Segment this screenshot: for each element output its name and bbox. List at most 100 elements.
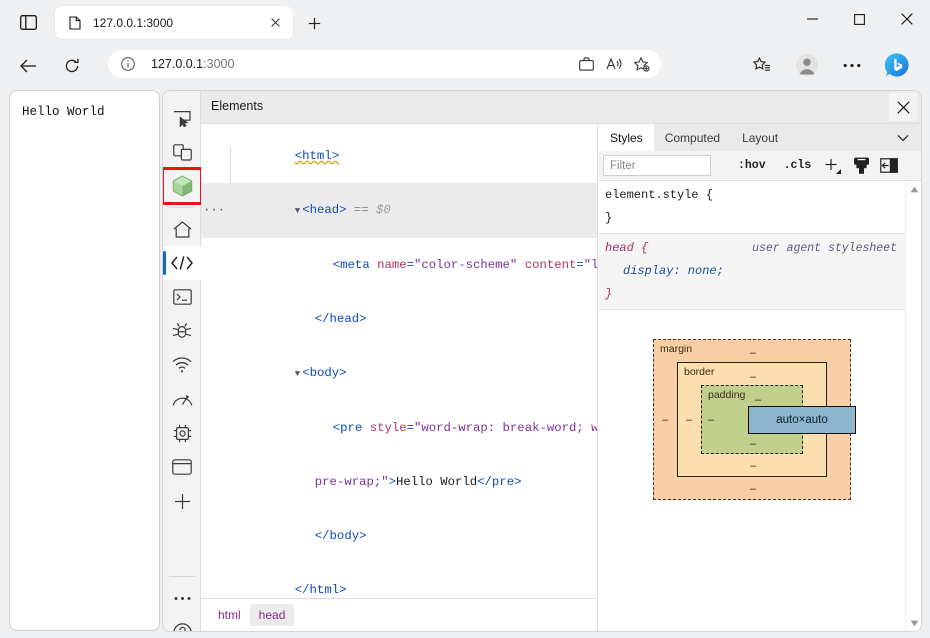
tab-styles[interactable]: Styles [599, 124, 654, 151]
breadcrumb-item-html[interactable]: html [209, 604, 250, 626]
box-model-border-top[interactable]: – [750, 371, 756, 383]
tab-actions-icon[interactable] [17, 12, 39, 32]
back-arrow-icon[interactable] [14, 52, 42, 80]
css-declaration-display-none[interactable]: display: none; [605, 260, 905, 283]
dom-token-pre-gt: > [388, 475, 396, 489]
box-model-border-bottom[interactable]: – [750, 460, 756, 472]
device-emulation-icon[interactable] [163, 135, 201, 169]
dom-node-html-open[interactable]: <html> [201, 129, 597, 183]
maximize-button[interactable] [836, 0, 883, 38]
debugger-icon[interactable] [163, 314, 201, 348]
print-style-icon[interactable] [850, 155, 872, 177]
new-tab-button[interactable] [301, 11, 327, 35]
help-icon[interactable] [163, 615, 201, 631]
css-rule-close-head: } [605, 287, 613, 301]
dom-node-head-close[interactable]: </head> [201, 292, 597, 346]
application-icon[interactable] [163, 450, 201, 484]
dom-node-twisty-head[interactable]: ▼ [295, 206, 300, 216]
info-circle-icon[interactable] [118, 54, 138, 74]
console-icon[interactable] [163, 280, 201, 314]
3d-view-icon[interactable] [163, 167, 203, 205]
add-panel-icon[interactable] [163, 484, 201, 518]
box-model-padding-bottom[interactable]: – [750, 438, 756, 450]
scroll-up-arrow-icon[interactable] [906, 181, 921, 197]
hov-toggle-button[interactable]: :hov [733, 157, 771, 174]
welcome-home-icon[interactable] [163, 212, 201, 246]
url-port: :3000 [203, 57, 235, 71]
devtools-activity-bar [163, 91, 203, 631]
dom-node-head-open[interactable]: ··· ▼ <head> == $0 [201, 183, 597, 238]
address-bar-url: 127.0.0.1:3000 [151, 57, 234, 71]
devtools-header: Elements [201, 91, 921, 124]
styles-scrollbar[interactable] [905, 181, 921, 631]
box-model-margin-left[interactable]: – [662, 414, 668, 426]
dom-token-selected-dollar: $0 [376, 203, 391, 217]
briefcase-icon[interactable] [572, 52, 600, 76]
bing-copilot-icon[interactable] [883, 51, 911, 79]
box-model-padding-label: padding [708, 389, 746, 401]
box-model-margin-label: margin [660, 343, 693, 355]
network-icon[interactable] [163, 348, 201, 382]
profile-icon[interactable] [793, 51, 821, 79]
elements-icon[interactable] [163, 246, 201, 280]
box-model-diagram[interactable]: margin – – – – border – – – – padding – … [653, 339, 856, 500]
address-bar[interactable]: 127.0.0.1:3000 [107, 49, 662, 79]
dom-token-pre-val-line2: pre-wrap;" [314, 475, 389, 489]
reload-icon[interactable] [58, 52, 86, 80]
performance-icon[interactable] [163, 382, 201, 416]
box-model-content-size: auto×auto [776, 414, 828, 426]
page-icon [67, 15, 83, 31]
favorites-icon[interactable] [748, 51, 776, 79]
tab-computed[interactable]: Computed [654, 124, 731, 151]
tab-title: 127.0.0.1:3000 [93, 15, 174, 30]
settings-more-icon[interactable] [838, 51, 866, 79]
browser-tab[interactable]: 127.0.0.1:3000 [55, 6, 293, 39]
box-model-margin-top[interactable]: – [750, 347, 756, 359]
close-window-button[interactable] [883, 0, 930, 38]
dom-node-body-close[interactable]: </body> [201, 509, 597, 563]
dom-token-meta-attr-name: name [377, 258, 407, 272]
scroll-down-arrow-icon[interactable] [906, 615, 921, 631]
box-model-content[interactable]: auto×auto [748, 406, 856, 434]
dom-node-meta[interactable]: <meta name="color-scheme" content="light… [201, 238, 597, 292]
minimize-button[interactable] [789, 0, 836, 38]
window-controls [789, 0, 930, 40]
toggle-sidebar-icon[interactable] [878, 155, 900, 177]
memory-icon[interactable] [163, 416, 201, 450]
dom-node-pre-cont[interactable]: pre-wrap;">Hello World</pre> [201, 455, 597, 509]
read-aloud-icon[interactable] [600, 52, 628, 76]
dom-node-body-open[interactable]: ▼ <body> [201, 346, 597, 401]
box-model-border-left[interactable]: – [686, 414, 692, 426]
css-rule-origin-label: user agent stylesheet [752, 242, 897, 255]
dom-tree[interactable]: <html> ··· ▼ <head> == $0 <meta name="colo… [201, 124, 597, 598]
dom-token-pre-text: Hello World [395, 475, 478, 489]
devtools-close-icon[interactable] [889, 93, 917, 121]
more-tools-icon[interactable] [163, 581, 201, 615]
dom-token-pre-open: <pre [332, 421, 370, 435]
search-input[interactable]: Filter [603, 155, 711, 176]
tab-layout[interactable]: Layout [731, 124, 789, 151]
close-icon[interactable] [263, 11, 287, 35]
dom-node-twisty-body[interactable]: ▼ [295, 369, 300, 379]
dom-token-pre-val-line1: "word-wrap: break-word; white-space: [414, 421, 597, 435]
add-favorite-icon[interactable] [628, 52, 656, 76]
dom-node-html-close[interactable]: </html> [201, 563, 597, 598]
dom-token-meta-open: <meta [332, 258, 378, 272]
box-model-margin-bottom[interactable]: – [750, 483, 756, 495]
dom-node-pre[interactable]: <pre style="word-wrap: break-word; white… [201, 401, 597, 455]
styles-filter-bar: Filter :hov .cls [599, 151, 921, 181]
dom-node-ellipsis[interactable]: ··· [203, 201, 225, 219]
css-rule-element-style[interactable]: element.style { } [599, 181, 905, 233]
inspect-element-icon[interactable] [163, 101, 201, 135]
dom-token-selected-eq: == [353, 203, 369, 217]
page-viewport[interactable]: Hello World [9, 90, 160, 631]
cls-toggle-button[interactable]: .cls [779, 157, 817, 174]
css-rule-head-ua[interactable]: head { user agent stylesheet display: no… [599, 233, 905, 310]
chevron-down-icon[interactable] [891, 124, 915, 151]
box-model-padding-top[interactable]: – [755, 394, 761, 406]
plus-dropdown-icon[interactable] [822, 155, 844, 177]
dom-token-head-open: <head> [302, 203, 347, 217]
breadcrumb-item-head[interactable]: head [249, 604, 295, 626]
box-model-padding-left[interactable]: – [708, 414, 714, 426]
box-model-padding[interactable]: padding – – – – auto×auto [701, 385, 856, 454]
